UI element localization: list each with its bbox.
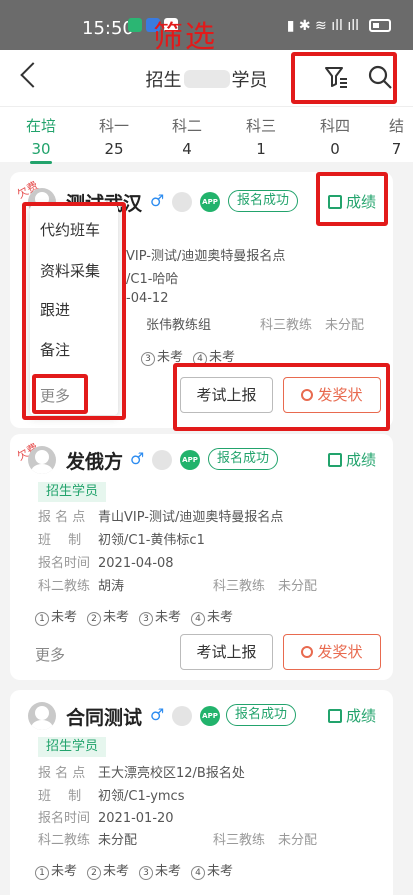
student-name: 合同测试 xyxy=(66,707,143,729)
award-button[interactable]: 发奖状 xyxy=(283,634,381,670)
edit-icon xyxy=(328,709,342,723)
medal-icon xyxy=(301,646,314,658)
tab-ke2[interactable]: 科二 4 xyxy=(162,115,212,158)
tab-ke3[interactable]: 科三 1 xyxy=(236,115,286,158)
student-card[interactable]: 合同测试 ♂ APP 报名成功 成绩 招生学员 报 名 点王大漂亮校区12/B报… xyxy=(10,690,393,895)
exam-1: 1 未考 xyxy=(35,606,77,626)
more-button[interactable]: 更多 xyxy=(35,644,65,665)
edit-icon xyxy=(328,453,342,467)
highlight-score xyxy=(316,172,388,226)
exam-4: 4 未考 xyxy=(191,860,233,880)
signal-icons: ▮ ✱ ≋ ıll ıll xyxy=(286,18,359,34)
status-tabs: 在培 30 科一 25 科二 4 科三 1 科四 0 结 7 xyxy=(0,106,413,164)
avatar xyxy=(28,446,56,474)
exam-3: 3 未考 xyxy=(139,860,181,880)
exam-1: 1 未考 xyxy=(35,860,77,880)
exam-3: 3 未考 xyxy=(139,606,181,626)
tab-zaipei[interactable]: 在培 30 xyxy=(16,115,66,164)
highlight-action-buttons xyxy=(173,363,390,431)
exam-report-button[interactable]: 考试上报 xyxy=(180,634,273,670)
highlight-more xyxy=(32,374,88,414)
app-icon: APP xyxy=(180,450,200,470)
highlight-filter-search xyxy=(291,52,397,104)
exam-status-row: 1 未考 2 未考 3 未考 4 未考 xyxy=(35,860,233,880)
info-row: 班 制初领/C1-黄伟标c1 xyxy=(38,533,205,548)
battery-icon xyxy=(369,19,391,32)
face-icon xyxy=(172,706,192,726)
face-icon xyxy=(172,192,192,212)
clock: 15:50 xyxy=(82,18,134,39)
tab-jieye[interactable]: 结 7 xyxy=(380,115,413,158)
wechat-icon xyxy=(128,18,142,32)
male-icon: ♂ xyxy=(150,191,165,210)
exam-2: 2 未考 xyxy=(87,860,129,880)
exam-2: 2 未考 xyxy=(87,606,129,626)
status-badge: 报名成功 xyxy=(208,448,279,470)
info-row: 报 名 点王大漂亮校区12/B报名处 xyxy=(38,766,245,781)
status-badge: 报名成功 xyxy=(226,704,297,726)
male-icon: ♂ xyxy=(150,705,165,724)
info-row: 班 制初领/C1-ymcs xyxy=(38,789,185,804)
face-icon xyxy=(152,450,172,470)
info-row: 科二教练 未分配 科三教练 未分配 xyxy=(38,833,318,848)
info-row: 科二教练 胡涛 科三教练 未分配 xyxy=(38,579,318,594)
score-button[interactable]: 成绩 xyxy=(328,705,376,726)
score-button[interactable]: 成绩 xyxy=(328,449,376,470)
tab-ke1[interactable]: 科一 25 xyxy=(89,115,139,158)
avatar xyxy=(28,702,56,730)
exam-status-row: 1 未考 2 未考 3 未考 4 未考 xyxy=(35,606,233,626)
exam-4: 4 未考 xyxy=(191,606,233,626)
student-type-tag: 招生学员 xyxy=(38,482,107,502)
status-badge: 报名成功 xyxy=(228,190,299,212)
app-icon: APP xyxy=(200,192,220,212)
info-row: 报名时间 2021-01-20 xyxy=(38,811,174,826)
tab-ke4[interactable]: 科四 0 xyxy=(310,115,360,158)
student-card[interactable]: 欠费 发俄方 ♂ APP 报名成功 成绩 招生学员 报 名 点青山VIP-测试/… xyxy=(10,434,393,680)
redacted-text xyxy=(183,70,230,88)
student-type-tag: 招生学员 xyxy=(38,737,107,757)
info-row: 报名时间 2021-04-08 xyxy=(38,556,174,571)
student-name: 发俄方 xyxy=(66,451,124,473)
info-row: 报 名 点青山VIP-测试/迪迦奥特曼报名点 xyxy=(38,510,284,525)
app-icon: APP xyxy=(200,706,220,726)
male-icon: ♂ xyxy=(130,449,145,468)
